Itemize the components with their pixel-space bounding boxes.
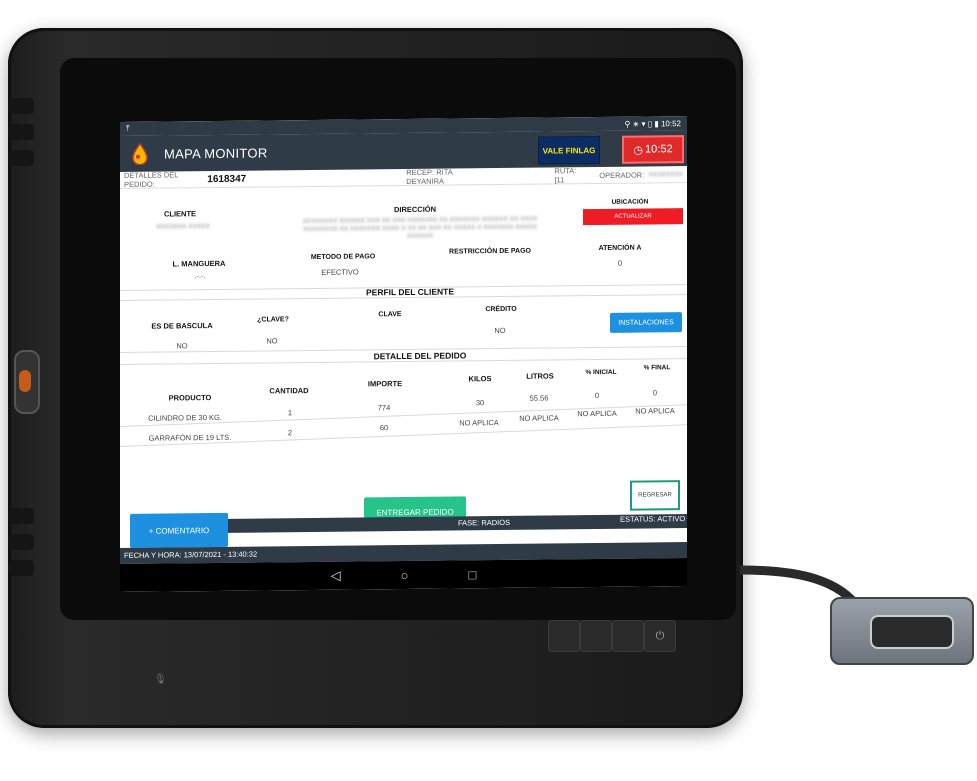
grip-ridge [8,98,34,114]
credito-label: CRÉDITO [485,305,517,314]
atencion-label: ATENCIÓN A [598,244,642,252]
metodo-pago-value: EFECTIVO [321,267,359,277]
table-row-2-inicial: NO APLICA [577,408,617,419]
manguera-label: L. MANGUERA [172,258,226,269]
grip-ridge [8,150,34,166]
direccion-value-blurred: XXXXXXXX XXXXXX XXX XX XXX XXXXXXX XX XX… [302,215,538,240]
footer-status-bar: FASE: RADIOS ESTATUS: ACTIVO [228,514,687,533]
db-connector [830,597,974,665]
gas-drop-logo-icon [128,142,152,166]
app-screen: ⤒ ⚲ ∗ ▾ ▯ ▮ 10:52 MAPA MONITOR VALE FINL… [120,116,687,593]
clave-q-label: ¿CLAVE? [257,316,289,324]
cliente-label: CLIENTE [163,209,197,219]
ubicacion-label: UBICACIÓN [611,198,649,206]
details-label: DETALLES DEL PEDIDO: [124,170,179,189]
app-bar: MAPA MONITOR VALE FINLAG ◷ 10:52 [120,130,687,172]
col-header-final: % FINAL [643,364,671,372]
table-row-1-kilos: 30 [475,398,485,408]
power-icon[interactable]: ⏻ [644,620,676,652]
table-row-1-cantidad: 1 [287,408,293,418]
col-header-kilos: KILOS [468,374,492,384]
table-row-2-kilos: NO APLICA [459,418,499,428]
grip-ridge [8,508,34,524]
grip-ridge [8,560,34,576]
recent-apps-icon[interactable]: □ [469,567,477,582]
hardware-button[interactable] [580,620,612,652]
timer-button[interactable]: ◷ 10:52 [622,135,684,164]
table-row-1-litros: 55.56 [529,393,549,403]
comentario-button[interactable]: + COMENTARIO [130,512,228,548]
col-header-litros: LITROS [526,371,554,381]
table-row-2-final: NO APLICA [635,406,675,416]
bascula-label: ES DE BASCULA [151,321,213,331]
table-row-1-final: 0 [652,388,658,398]
status-icons: ⚲ ∗ ▾ ▯ ▮ 10:52 [624,118,681,129]
bascula-value: NO [176,341,188,351]
orange-accent [19,370,31,392]
mic-icon: 🎙 [154,674,167,685]
vale-finlag-button[interactable]: VALE FINLAG [538,135,600,165]
table-row-2-litros: NO APLICA [519,413,559,423]
grip-ridge [8,534,34,550]
clock-icon: ◷ [633,144,644,157]
connector-port [870,615,954,649]
operador-label: OPERADOR: [599,170,645,180]
table-row-1-importe: 774 [377,403,391,413]
back-icon[interactable]: ◁ [331,568,341,584]
clave-q-value: NO [266,336,278,346]
col-header-importe: IMPORTE [367,379,403,389]
estatus-text: ESTATUS: ACTIVO [620,514,686,524]
home-icon[interactable]: ○ [401,567,409,582]
atencion-value: 0 [617,258,623,268]
android-nav-bar: ◁ ○ □ [120,558,687,592]
fecha-text: FECHA Y HORA: 13/07/2021 - 13:40:32 [124,549,258,560]
cliente-value-blurred: XXXXXXX XXXXX [156,223,210,231]
app-title: MAPA MONITOR [164,144,268,162]
manguera-value: .-.-. [194,271,206,281]
order-number: 1618347 [207,173,247,185]
hardware-button[interactable] [612,620,644,652]
table-row-2-importe: 60 [379,423,389,433]
upload-icon: ⤒ [126,123,130,133]
timer-value: 10:52 [645,143,673,156]
restriccion-pago-label: RESTRICCIÓN DE PAGO [449,247,531,256]
table-row-1-inicial: 0 [594,390,600,401]
grip-ridge [8,124,34,140]
col-header-producto: PRODUCTO [168,393,212,403]
metodo-pago-label: METODO DE PAGO [310,253,376,262]
clave-label: CLAVE [378,311,402,319]
side-knob[interactable] [14,350,40,414]
actualizar-button[interactable]: ACTUALIZAR [583,208,683,226]
table-row-2-cantidad: 2 [287,428,293,438]
col-header-cantidad: CANTIDAD [269,386,309,396]
operador-value-blurred: XXXXXXXX [648,170,683,178]
ruta-text: RUTA: [11 [554,166,577,185]
fase-text: FASE: RADIOS [458,517,511,528]
hardware-button[interactable] [548,620,580,652]
recep-text: RECEP: RITA DEYANIRA [406,167,453,187]
col-header-inicial: % INICIAL [585,368,617,377]
direccion-label: DIRECCIÓN [393,204,437,215]
instalaciones-button[interactable]: INSTALACIONES [610,312,682,333]
credito-value: NO [494,325,506,336]
regresar-button[interactable]: REGRESAR [630,480,680,511]
status-time: 10:52 [660,118,681,128]
